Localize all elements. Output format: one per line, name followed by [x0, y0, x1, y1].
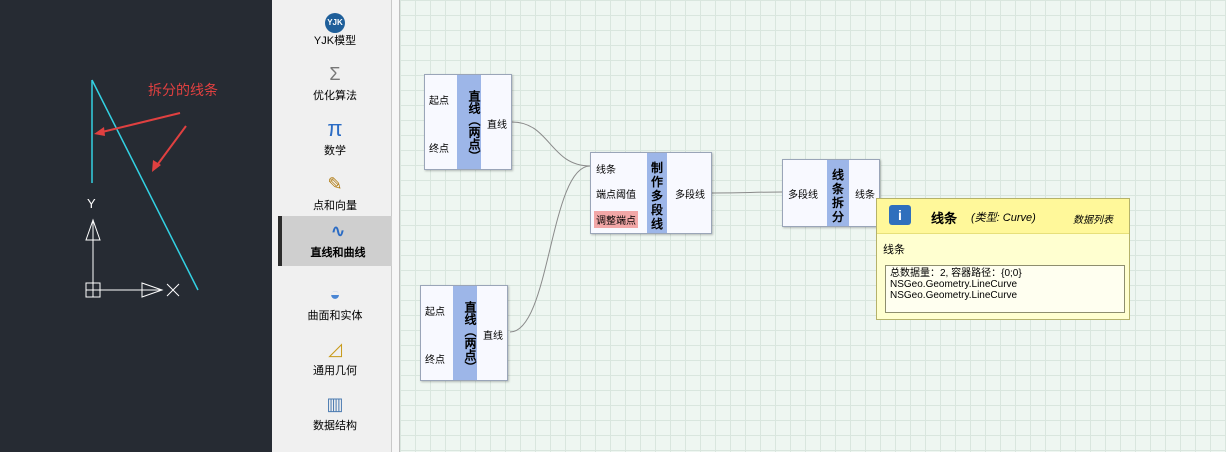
component-toolbox: YJK YJK模型 Σ 优化算法 π 数学 ✎ 点和向量 ∿ 直线和曲线 ◒ 曲… — [272, 0, 394, 452]
toolbox-item-general-geometry[interactable]: ◿ 通用几何 — [280, 334, 390, 386]
tooltip-list-label: 数据列表 — [1073, 215, 1113, 226]
sigma-icon: Σ — [329, 64, 341, 84]
node-line-two-points-1[interactable]: 起点 终点 直线（两点） 直线 — [424, 74, 512, 170]
toolbox-item-label: 通用几何 — [313, 365, 357, 377]
toolbox-item-optimization[interactable]: Σ 优化算法 — [280, 59, 390, 111]
node-title: 制作多段线 — [647, 153, 667, 233]
annotation-arrowhead-1 — [94, 127, 105, 136]
port-start-point[interactable]: 起点 — [425, 303, 445, 318]
tooltip-type: (类型: Curve) — [971, 212, 1036, 224]
port-adjust-endpoints[interactable]: 调整端点 — [594, 211, 638, 228]
node-line-two-points-2[interactable]: 起点 终点 直线（两点） 直线 — [420, 285, 508, 381]
toolbox-item-label: 点和向量 — [313, 200, 357, 212]
toolbox-item-label: 曲面和实体 — [307, 310, 363, 322]
annotation-arrow-2 — [154, 125, 187, 169]
tooltip-title: 线条 — [931, 211, 958, 226]
node-title: 线条拆分 — [827, 160, 849, 226]
viewport-annotation: 拆分的线条 — [148, 82, 218, 98]
output-tooltip: i 线条 (类型: Curve) 数据列表 线条 总数据量：2, 容器路径：{0… — [876, 198, 1130, 320]
toolbox-item-label: 直线和曲线 — [310, 247, 366, 259]
toolbox-item-point-vector[interactable]: ✎ 点和向量 — [280, 169, 390, 221]
tooltip-description: 线条 — [883, 244, 905, 256]
port-end-point[interactable]: 终点 — [429, 140, 449, 155]
node-split-curves[interactable]: 多段线 线条拆分 线条 — [782, 159, 880, 227]
toolbox-item-label: 优化算法 — [313, 90, 357, 102]
surface-solid-icon: ◒ — [329, 284, 341, 304]
yjk-logo-icon: YJK — [280, 8, 390, 33]
port-curves-out[interactable]: 线条 — [855, 186, 875, 201]
tooltip-summary: 总数据量：2, 容器路径：{0;0} — [890, 268, 1022, 279]
port-start-point[interactable]: 起点 — [429, 92, 449, 107]
wire-polyline-split — [711, 191, 783, 194]
port-end-point[interactable]: 终点 — [425, 351, 445, 366]
port-line-out[interactable]: 直线 — [483, 327, 503, 342]
port-polyline-out[interactable]: 多段线 — [675, 186, 705, 201]
port-polyline-in[interactable]: 多段线 — [788, 186, 818, 201]
wire-line2-polyline — [509, 165, 591, 333]
split-line-diagonal — [91, 79, 199, 291]
info-icon: i — [889, 205, 911, 225]
y-axis-label: Y — [87, 196, 96, 211]
tooltip-header: i 线条 (类型: Curve) 数据列表 — [877, 199, 1129, 234]
curve-icon: ∿ — [330, 221, 346, 241]
wire-line1-polyline — [511, 121, 591, 167]
panel-splitter[interactable] — [392, 0, 400, 452]
pi-icon: π — [327, 116, 343, 141]
port-curves[interactable]: 线条 — [596, 161, 616, 176]
tooltip-data-box: 总数据量：2, 容器路径：{0;0} NSGeo.Geometry.LineCu… — [885, 265, 1125, 313]
node-title: 直线（两点） — [457, 75, 481, 169]
toolbox-item-label: 数学 — [324, 145, 346, 157]
geometry-icon: ◿ — [328, 339, 342, 359]
toolbox-item-lines-curves[interactable]: ∿ 直线和曲线 — [278, 216, 394, 266]
toolbox-item-yjk-model[interactable]: YJK YJK模型 — [280, 4, 390, 56]
data-structure-icon: ▥ — [326, 394, 344, 414]
viewport-canvas — [85, 79, 199, 298]
node-make-polyline[interactable]: 线条 端点阈值 调整端点 制作多段线 多段线 — [590, 152, 712, 234]
toolbox-item-math[interactable]: π 数学 — [280, 114, 390, 166]
port-line-out[interactable]: 直线 — [487, 116, 507, 131]
toolbox-item-label: 数据结构 — [313, 420, 357, 432]
viewport[interactable]: 拆分的线条 Y — [0, 0, 272, 452]
port-endpoint-tolerance[interactable]: 端点阈值 — [596, 186, 636, 201]
tooltip-item: NSGeo.Geometry.LineCurve — [890, 279, 1018, 290]
tooltip-item: NSGeo.Geometry.LineCurve — [890, 290, 1018, 301]
toolbox-item-label: YJK模型 — [313, 35, 357, 47]
toolbox-item-data-structure[interactable]: ▥ 数据结构 — [280, 389, 390, 441]
node-title: 直线（两点） — [453, 286, 477, 380]
toolbox-item-surface-solid[interactable]: ◒ 曲面和实体 — [280, 279, 390, 331]
point-vector-icon: ✎ — [327, 174, 343, 194]
